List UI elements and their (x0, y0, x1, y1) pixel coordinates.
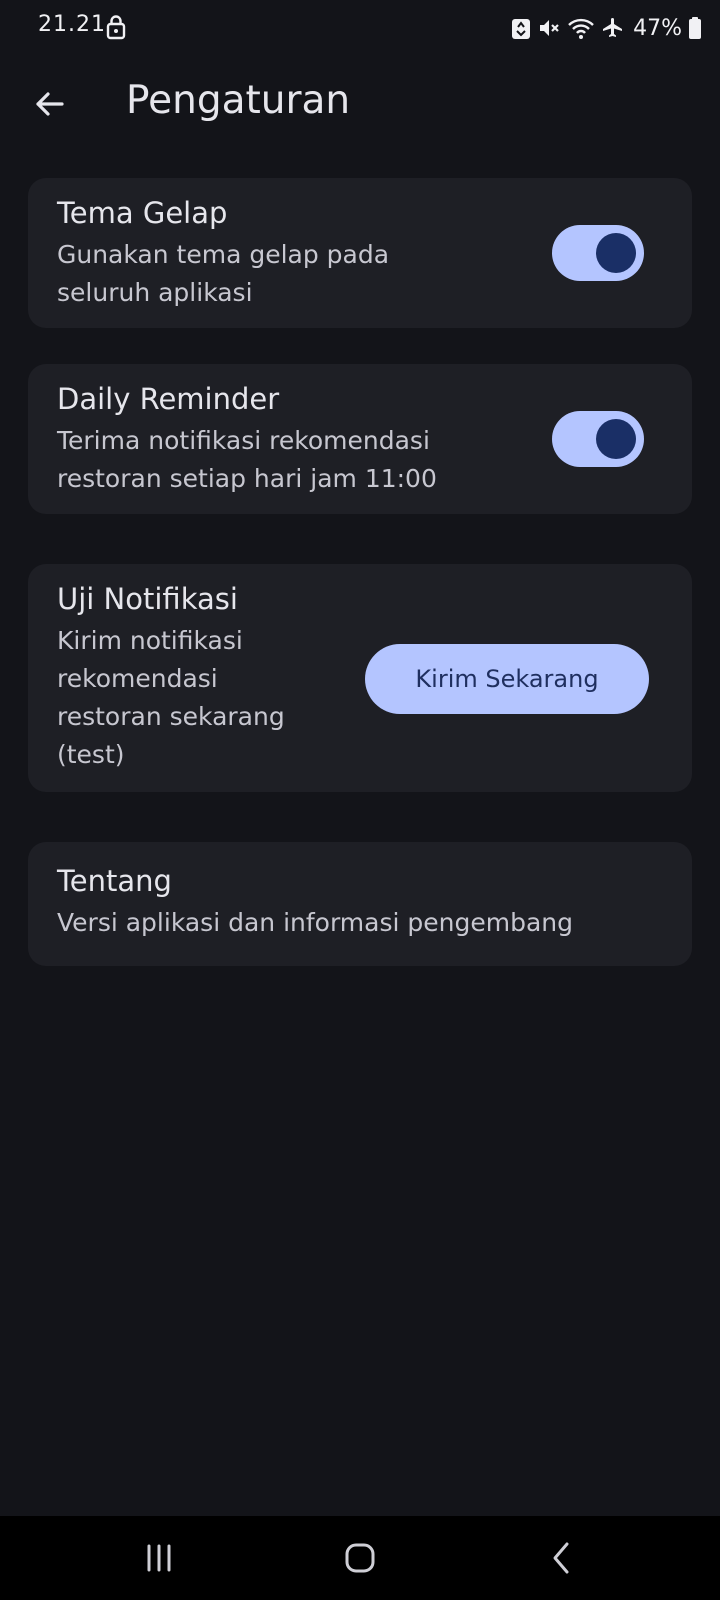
test-notification-desc-line2: rekomendasi (57, 664, 218, 693)
home-icon[interactable] (336, 1534, 384, 1582)
arrow-left-icon[interactable] (28, 82, 72, 126)
recent-apps-icon[interactable] (135, 1534, 183, 1582)
page-title: Pengaturan (126, 78, 351, 123)
back-icon[interactable] (538, 1534, 586, 1582)
lock-icon (106, 15, 126, 40)
status-time: 21.21 (38, 12, 106, 37)
about-desc: Versi aplikasi dan informasi pengembang (57, 908, 573, 937)
dark-theme-desc-line1: Gunakan tema gelap pada (57, 240, 390, 269)
wifi-icon (568, 18, 594, 39)
dark-theme-title: Tema Gelap (57, 196, 228, 230)
switch-thumb (596, 233, 636, 273)
airplane-icon (603, 18, 623, 37)
test-notification-desc-line4: (test) (57, 740, 125, 769)
switch-thumb (596, 419, 636, 459)
test-notification-desc-line1: Kirim notifikasi (57, 626, 243, 655)
system-nav-bar (0, 1516, 720, 1600)
recycle-icon (512, 19, 531, 39)
about-title: Tentang (57, 864, 172, 898)
setting-test-notification: Uji Notifikasi Kirim notifikasi rekomend… (28, 564, 692, 792)
send-now-button[interactable]: Kirim Sekarang (365, 644, 649, 714)
setting-dark-theme: Tema Gelap Gunakan tema gelap pada selur… (28, 178, 692, 328)
daily-reminder-desc-line2: restoran setiap hari jam 11:00 (57, 464, 437, 493)
dark-theme-switch[interactable] (552, 225, 644, 281)
daily-reminder-desc-line1: Terima notifikasi rekomendasi (57, 426, 430, 455)
battery-icon (689, 17, 701, 39)
setting-about[interactable]: Tentang Versi aplikasi dan informasi pen… (28, 842, 692, 966)
test-notification-desc-line3: restoran sekarang (57, 702, 285, 731)
status-bar: 21.21 47% (0, 0, 720, 56)
status-icons: 47% (511, 12, 702, 44)
daily-reminder-title: Daily Reminder (57, 382, 280, 416)
test-notification-title: Uji Notifikasi (57, 582, 238, 616)
mute-icon (540, 20, 559, 36)
dark-theme-desc-line2: seluruh aplikasi (57, 278, 253, 307)
battery-percentage: 47% (633, 15, 682, 41)
app-bar: Pengaturan (0, 64, 720, 144)
daily-reminder-switch[interactable] (552, 411, 644, 467)
setting-daily-reminder: Daily Reminder Terima notifikasi rekomen… (28, 364, 692, 514)
